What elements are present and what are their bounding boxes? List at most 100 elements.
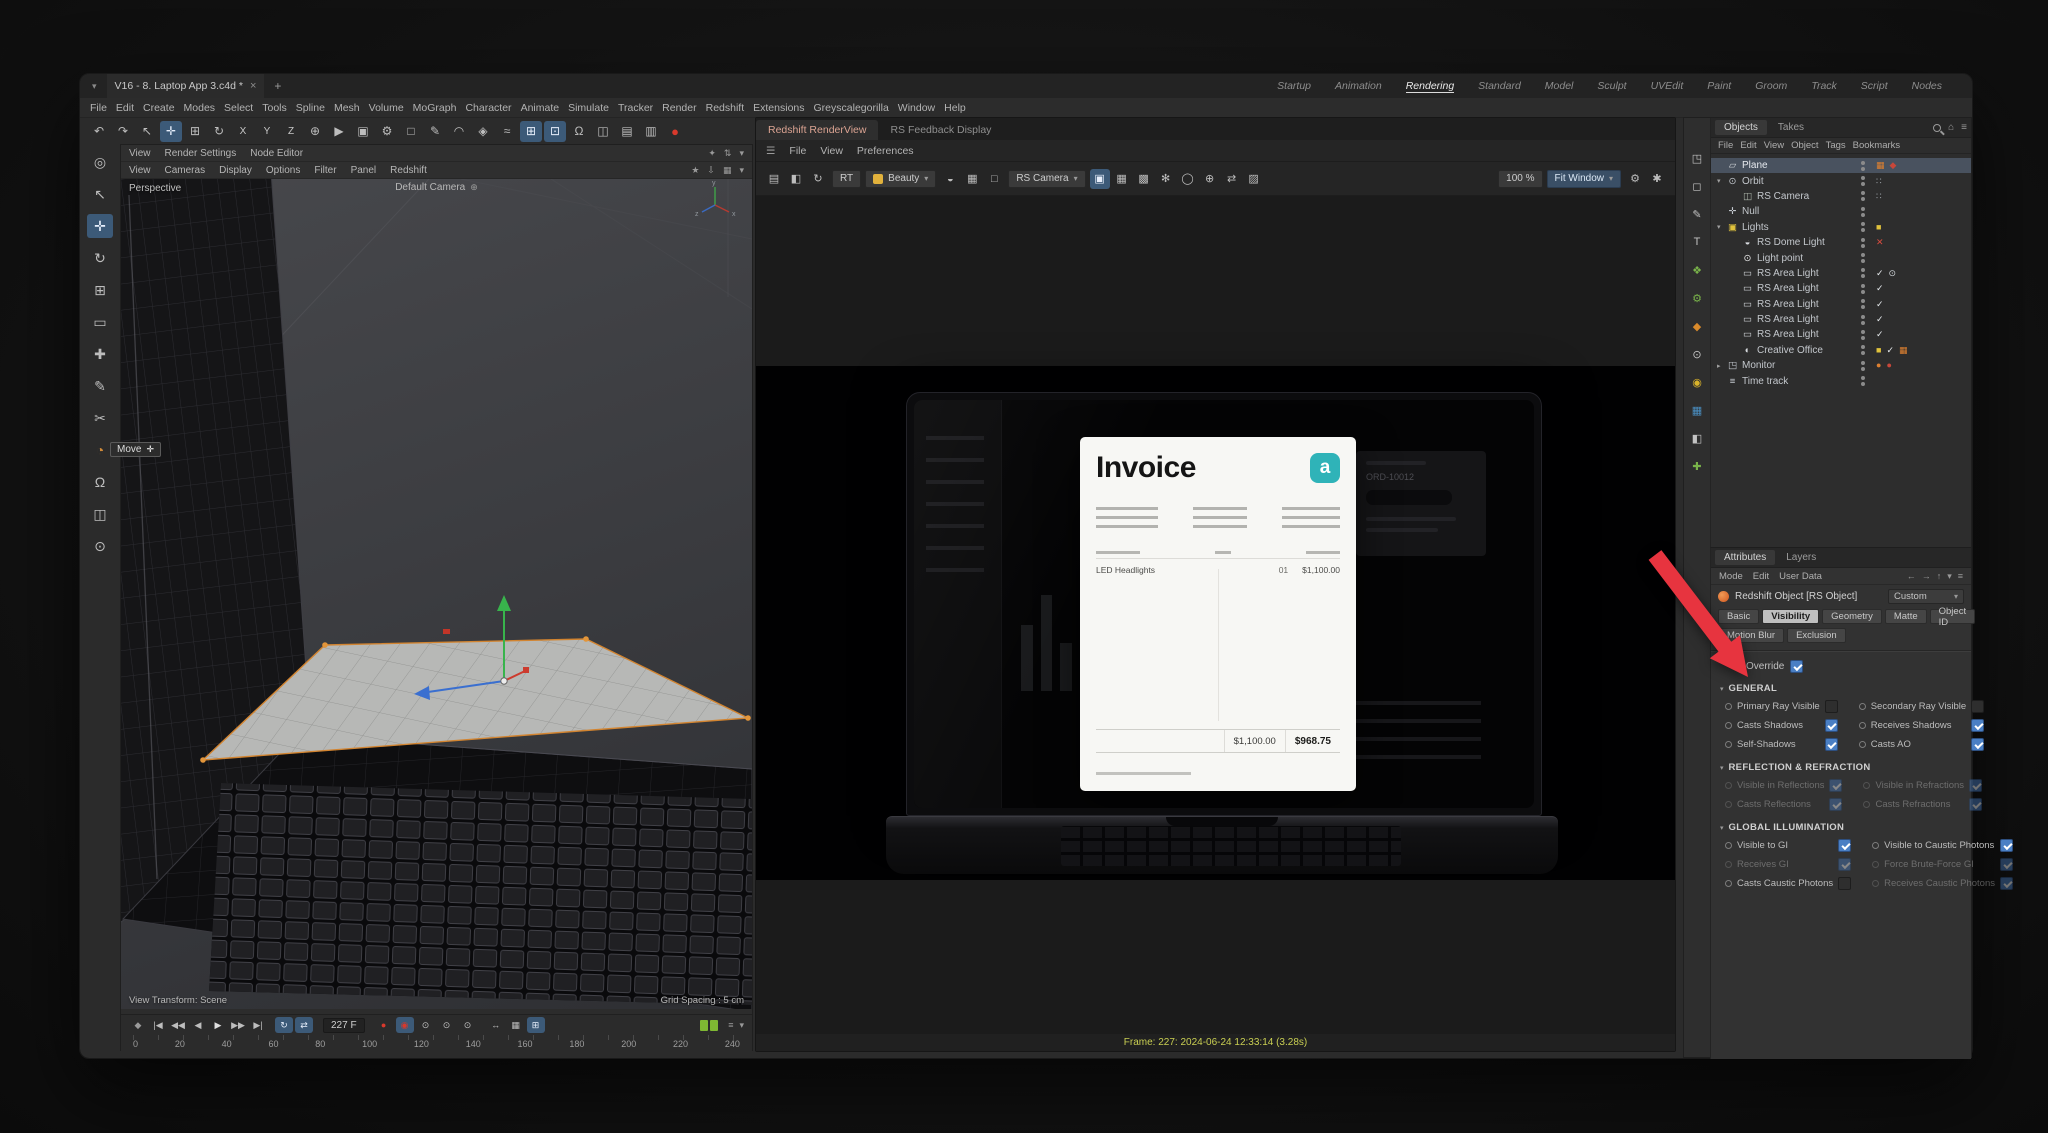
tool-icon[interactable]: ✛ <box>87 214 113 238</box>
rv-toolbar-icon[interactable]: ▩ <box>1134 169 1154 189</box>
rv-toolbar-icon[interactable]: ▦ <box>1112 169 1132 189</box>
timeline-toggle[interactable]: ↻ <box>275 1017 293 1033</box>
visibility-dots[interactable] <box>1861 161 1865 171</box>
menu-item[interactable]: Modes <box>184 102 216 114</box>
vp-menu-icon[interactable]: ▾ <box>739 148 744 159</box>
object-manager-tab[interactable]: Objects <box>1715 120 1767 135</box>
layout-tab[interactable]: Groom <box>1755 80 1787 93</box>
vp-submenu-item[interactable]: View <box>129 165 151 176</box>
menu-item[interactable]: Extensions <box>753 102 804 114</box>
vp-submenu-item[interactable]: Filter <box>314 165 336 176</box>
menu-item[interactable]: Tools <box>262 102 287 114</box>
layout-tab[interactable]: Standard <box>1478 80 1521 93</box>
object-tag-icon[interactable]: ▦ <box>1876 161 1885 170</box>
checkbox[interactable] <box>2000 858 2013 871</box>
tool-icon[interactable]: ▭ <box>87 310 113 334</box>
vp-submenu-item[interactable]: Cameras <box>165 165 206 176</box>
visibility-dots[interactable] <box>1861 253 1865 263</box>
object-manager-icon[interactable]: ≡ <box>1961 122 1967 133</box>
tree-row[interactable]: ▭ RS Area Light ✓ <box>1711 297 1971 312</box>
checkbox[interactable] <box>2000 839 2013 852</box>
rv-toolbar-icon[interactable]: ↻ <box>808 169 828 189</box>
object-tag-icon[interactable]: ■ <box>1876 346 1881 355</box>
palette-icon[interactable]: ❖ <box>1686 262 1708 278</box>
tree-row[interactable]: ✛ Null <box>1711 204 1971 219</box>
expand-arrow-icon[interactable]: ▾ <box>1717 223 1726 231</box>
visibility-dots[interactable] <box>1861 345 1865 355</box>
fit-window-dropdown[interactable]: Fit Window ▾ <box>1547 170 1621 188</box>
attr-menu-icon[interactable]: ← <box>1907 571 1916 582</box>
visibility-dots[interactable] <box>1861 376 1865 386</box>
anim-dot-icon[interactable] <box>1725 782 1732 789</box>
tree-row[interactable]: ⊙ Light point <box>1711 250 1971 265</box>
tree-row[interactable]: ▭ RS Area Light ✓ ⊙ <box>1711 266 1971 281</box>
object-tag-icon[interactable]: ✓ <box>1876 315 1884 324</box>
attr-menu-icon[interactable]: ▾ <box>1947 571 1952 582</box>
menu-item[interactable]: Spline <box>296 102 325 114</box>
tool-icon[interactable]: ⊙ <box>87 534 113 558</box>
toolbar-button[interactable]: ▶ <box>328 121 350 142</box>
timeline-menu-icon[interactable]: ▾ <box>739 1020 744 1031</box>
menu-item[interactable]: Redshift <box>706 102 745 114</box>
toolbar-button[interactable]: □ <box>400 121 422 142</box>
current-frame-marker[interactable] <box>700 1020 718 1031</box>
toolbar-button[interactable]: ⊞ <box>184 121 206 142</box>
anim-dot-icon[interactable] <box>1859 741 1866 748</box>
attribute-page-button[interactable]: Geometry <box>1822 609 1882 624</box>
checkbox[interactable] <box>1825 719 1838 732</box>
camera-label[interactable]: Default Camera ⊕ <box>395 182 478 193</box>
rv-toolbar-icon[interactable]: ✻ <box>1156 169 1176 189</box>
tree-row[interactable]: ▭ RS Area Light ✓ <box>1711 281 1971 296</box>
timeline-option-button[interactable]: ⊞ <box>527 1017 545 1033</box>
om-menu-item[interactable]: View <box>1764 140 1784 151</box>
rv-toolbar-icon[interactable]: ◒ <box>940 169 960 189</box>
menu-item[interactable]: File <box>90 102 107 114</box>
rt-button[interactable]: RT <box>832 170 861 188</box>
menu-item[interactable]: Help <box>944 102 966 114</box>
toolbar-button[interactable]: X <box>232 121 254 142</box>
transport-button[interactable]: ◀◀ <box>169 1017 187 1033</box>
toolbar-button[interactable]: ✎ <box>424 121 446 142</box>
tool-icon[interactable]: ◎ <box>87 150 113 174</box>
layout-tab[interactable]: UVEdit <box>1651 80 1684 93</box>
toolbar-button[interactable]: ↖ <box>136 121 158 142</box>
om-menu-item[interactable]: File <box>1718 140 1733 151</box>
attribute-toggle-row[interactable]: Casts Refractions <box>1851 795 1991 814</box>
rv-toolbar-icon[interactable]: ◧ <box>786 169 806 189</box>
vp-menu-icon[interactable]: ⇅ <box>724 148 732 159</box>
close-tab-icon[interactable]: × <box>250 80 256 92</box>
tool-icon[interactable]: ⊞ <box>87 278 113 302</box>
section-reflection-refraction[interactable]: ▾ REFLECTION & REFRACTION <box>1711 759 1971 776</box>
rv-toolbar-icon[interactable]: ▦ <box>962 169 982 189</box>
attribute-toggle-row[interactable]: Visible in Refractions <box>1851 776 1991 795</box>
tree-row[interactable]: ▾ ▣ Lights ■ <box>1711 220 1971 235</box>
transport-button[interactable]: ▶ <box>209 1017 227 1033</box>
vp-submenu-item[interactable]: Display <box>219 165 252 176</box>
checkbox[interactable] <box>1829 798 1842 811</box>
palette-icon[interactable]: ▦ <box>1686 402 1708 418</box>
object-tag-icon[interactable]: ✓ <box>1876 269 1884 278</box>
attribute-toggle-row[interactable]: Visible to GI <box>1713 836 1860 855</box>
tree-row[interactable]: ▭ RS Area Light ✓ <box>1711 312 1971 327</box>
attr-menu-icon[interactable]: → <box>1922 571 1931 582</box>
anim-dot-icon[interactable] <box>1725 722 1732 729</box>
vp-submenu-item[interactable]: Options <box>266 165 300 176</box>
vp-menu-icon[interactable]: ⇩ <box>707 165 715 176</box>
toolbar-button[interactable]: Y <box>256 121 278 142</box>
attribute-toggle-row[interactable]: Self-Shadows <box>1713 735 1847 754</box>
visibility-dots[interactable] <box>1861 268 1865 278</box>
om-menu-item[interactable]: Edit <box>1740 140 1756 151</box>
toolbar-button[interactable]: ◫ <box>592 121 614 142</box>
checkbox[interactable] <box>1825 738 1838 751</box>
search-icon[interactable] <box>1933 124 1941 132</box>
record-button[interactable]: ⊙ <box>459 1017 477 1033</box>
vp-menu-render-settings[interactable]: Render Settings <box>165 148 237 159</box>
attribute-toggle-row[interactable]: Casts AO <box>1847 735 1993 754</box>
vp-submenu-item[interactable]: Redshift <box>390 165 427 176</box>
vp-menu-view[interactable]: View <box>129 148 151 159</box>
object-tag-icon[interactable]: ∷ <box>1876 192 1882 201</box>
object-tag-icon[interactable]: ■ <box>1876 223 1881 232</box>
om-menu-item[interactable]: Object <box>1791 140 1818 151</box>
expand-arrow-icon[interactable]: ▸ <box>1717 362 1726 370</box>
renderview-tab[interactable]: Redshift RenderView <box>756 120 878 140</box>
